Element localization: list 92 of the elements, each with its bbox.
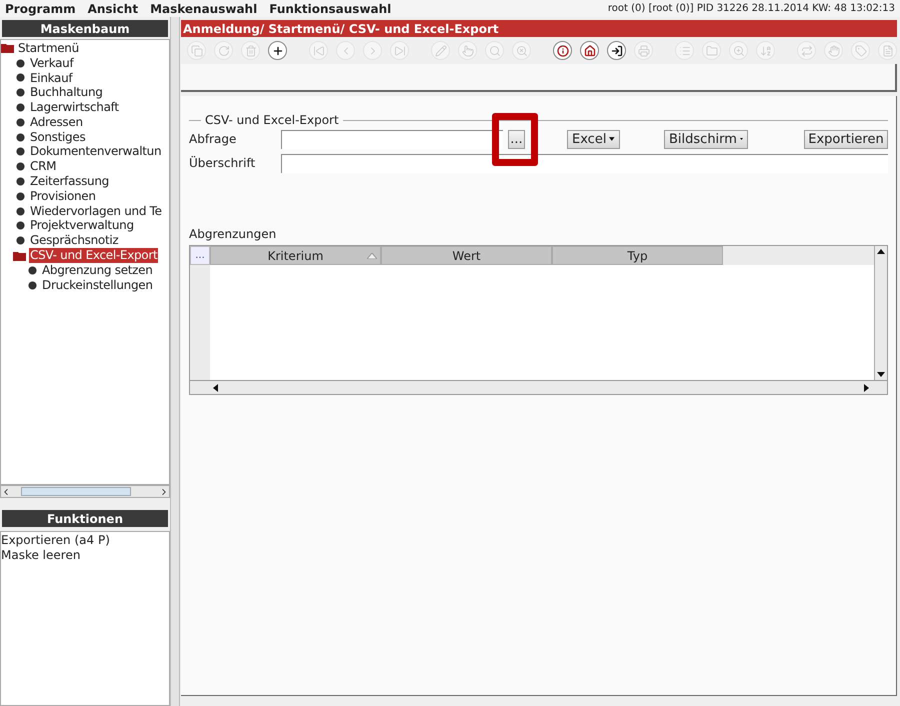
folder-icon — [1, 43, 14, 54]
tree-item[interactable]: Gesprächsnotiz — [29, 233, 120, 248]
search-clear-icon — [516, 44, 528, 56]
bullet-icon — [16, 162, 25, 172]
tree-item[interactable]: Verkauf — [29, 56, 74, 71]
sort-icon — [367, 252, 377, 258]
group-title: CSV- und Excel-Export — [201, 113, 343, 128]
document-icon — [882, 44, 894, 56]
tree-item[interactable]: Zeiterfassung — [29, 174, 110, 190]
panel-title: Maskenbaum — [2, 20, 168, 37]
bullet-icon — [16, 236, 25, 246]
column-header[interactable]: Kriterium — [210, 246, 381, 265]
field-label: Überschrift — [189, 155, 256, 172]
column-header[interactable]: Typ — [552, 246, 723, 265]
menu-item[interactable]: Funktionsauswahl — [269, 0, 392, 18]
pencil-icon — [434, 44, 446, 56]
scroll-down-icon[interactable] — [877, 372, 885, 377]
toolbar-button[interactable] — [580, 41, 599, 60]
last-icon — [394, 44, 406, 56]
zoom-icon — [732, 44, 744, 56]
repeat-icon — [800, 44, 812, 56]
bullet-icon — [16, 118, 25, 127]
tree-item[interactable]: Lagerwirtschaft — [29, 100, 120, 116]
windows-icon — [190, 44, 202, 56]
tree-item[interactable]: Sonstiges — [29, 130, 86, 145]
search-icon — [488, 44, 500, 56]
bullet-icon — [16, 147, 25, 156]
format-dropdown[interactable]: Excel — [567, 130, 620, 148]
panel-title: Funktionen — [2, 510, 168, 527]
plus-icon — [272, 44, 284, 56]
function-item[interactable]: Maske leeren — [1, 548, 169, 563]
tree-item[interactable]: Buchhaltung — [29, 85, 104, 100]
printer-icon — [638, 44, 650, 56]
browse-button[interactable]: ... — [508, 130, 525, 148]
bullet-icon — [16, 192, 25, 201]
bullet-icon — [28, 266, 37, 275]
bullet-icon — [16, 58, 25, 68]
status-text: root (0) [root (0)] PID 31226 28.11.2014 KW: 48 13:02:13 — [608, 2, 895, 16]
tree-item[interactable]: Projektverwaltung — [29, 218, 135, 234]
scroll-up-icon[interactable] — [877, 249, 885, 254]
horizontal-scrollbar[interactable] — [190, 380, 887, 394]
toolbar-button[interactable] — [607, 41, 626, 60]
menu-item[interactable]: Programm — [5, 0, 76, 18]
breadcrumb-bar: Anmeldung/ Startmenü/ CSV- und Excel-Export — [181, 20, 897, 37]
home-icon — [584, 44, 596, 56]
bullet-icon — [16, 73, 25, 82]
tree-item[interactable]: Abgrenzung setzen — [41, 262, 154, 278]
sort-icon — [760, 44, 772, 56]
trash-icon — [244, 44, 256, 56]
tree-item[interactable]: Dokumentenverwaltun — [29, 144, 162, 160]
scroll-left-icon[interactable] — [213, 384, 218, 392]
target-dropdown[interactable]: Bildschirm — [664, 130, 748, 148]
menu-item[interactable]: Maskenauswahl — [150, 0, 258, 18]
folder-icon — [13, 250, 26, 261]
bullet-icon — [16, 206, 25, 216]
scroll-right-icon[interactable] — [864, 384, 869, 392]
bullet-icon — [16, 177, 25, 186]
section-label: Abgrenzungen — [189, 227, 278, 242]
export-button[interactable]: Exportieren — [804, 130, 888, 148]
bullet-icon — [16, 221, 25, 230]
refresh-icon — [218, 44, 230, 56]
tree-item[interactable]: CRM — [29, 159, 58, 174]
field-label: Abfrage — [189, 131, 238, 148]
bullet-icon — [16, 103, 25, 112]
tree-item[interactable]: Provisionen — [29, 188, 97, 204]
folder-icon — [706, 44, 718, 56]
input-field[interactable] — [281, 154, 888, 172]
tree-item[interactable]: CSV- und Excel-Export — [29, 248, 158, 264]
info-icon — [556, 44, 568, 56]
toolbar-button[interactable] — [268, 41, 287, 60]
vertical-scrollbar[interactable] — [874, 246, 887, 380]
bullet-icon — [16, 88, 25, 98]
tree-item[interactable]: Druckeinstellungen — [41, 278, 154, 293]
tree-item[interactable]: Adressen — [29, 114, 84, 130]
login-icon — [610, 44, 622, 56]
bullet-icon — [28, 280, 37, 290]
tag-icon — [854, 44, 866, 56]
function-item[interactable]: Exportieren (a4 P) — [1, 533, 169, 548]
first-icon — [312, 44, 324, 56]
column-chooser-button[interactable]: ... — [190, 246, 210, 265]
column-header[interactable]: Wert — [381, 246, 552, 265]
toolbar-button[interactable] — [553, 41, 572, 60]
horizontal-scrollbar[interactable] — [0, 485, 170, 498]
tree-item[interactable]: Startmenü — [17, 40, 80, 56]
bullet-icon — [16, 132, 25, 142]
hand-icon — [828, 44, 840, 56]
tree-item[interactable]: Einkauf — [29, 70, 74, 86]
pointer-icon — [462, 44, 474, 56]
caret-icon — [609, 136, 615, 142]
input-field[interactable] — [281, 130, 503, 148]
tree-item[interactable]: Wiedervorlagen und Te — [29, 204, 163, 219]
menu-item[interactable]: Ansicht — [88, 0, 138, 18]
